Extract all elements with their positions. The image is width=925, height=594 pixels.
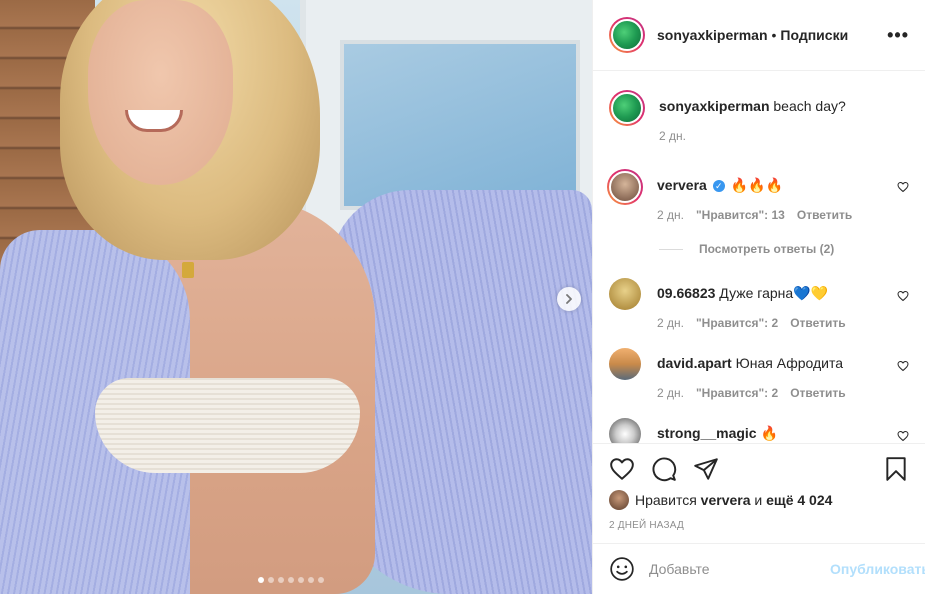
likes-prefix: Нравится — [635, 492, 697, 508]
reply-button[interactable]: Ответить — [790, 386, 845, 400]
white-top — [95, 378, 360, 473]
author-username[interactable]: sonyaxkiperman — [657, 27, 768, 43]
carousel-dot — [308, 577, 314, 583]
post-sidebar: sonyaxkiperman • Подписки ••• sonyaxkipe… — [592, 0, 925, 594]
share-icon — [694, 458, 718, 480]
face — [88, 0, 233, 185]
like-button[interactable] — [609, 456, 635, 482]
publish-button[interactable]: Опубликовать — [830, 561, 925, 577]
post-header: sonyaxkiperman • Подписки ••• — [593, 0, 925, 71]
like-comment-icon[interactable] — [897, 181, 909, 193]
reply-button[interactable]: Ответить — [797, 208, 852, 222]
more-options-icon[interactable]: ••• — [887, 25, 909, 46]
heart-icon — [610, 458, 634, 480]
comment-meta: 2 дн. "Нравится": 2 Ответить — [657, 316, 887, 330]
comment-likes[interactable]: "Нравится": 2 — [696, 316, 778, 330]
author-avatar[interactable] — [609, 17, 645, 53]
save-button[interactable] — [883, 456, 909, 482]
comment-text: Юная Афродита — [735, 355, 844, 371]
caption: sonyaxkiperman beach day? 2 дн. — [609, 90, 909, 143]
post-timestamp[interactable]: 2 ДНЕЙ НАЗАД — [609, 520, 909, 531]
comment-username[interactable]: 09.66823 — [657, 285, 715, 301]
comment-username[interactable]: ververa — [657, 177, 707, 193]
chevron-right-icon — [566, 294, 572, 304]
caption-username[interactable]: sonyaxkiperman — [659, 98, 770, 114]
carousel-dots — [258, 577, 324, 583]
carousel-dot — [288, 577, 294, 583]
comment-avatar[interactable] — [607, 169, 643, 205]
action-icons — [609, 444, 909, 494]
verified-badge-icon: ✓ — [712, 180, 725, 193]
add-comment-bar: Опубликовать — [593, 543, 925, 594]
comment-text: 🔥 — [760, 425, 778, 441]
comment-time: 2 дн. — [657, 208, 684, 222]
comment-likes[interactable]: "Нравится": 2 — [696, 386, 778, 400]
carousel-dot — [278, 577, 284, 583]
comment-item: 09.66823 Дуже гарна💙💛 2 дн. "Нравится": … — [609, 278, 909, 330]
reply-button[interactable]: Ответить — [790, 316, 845, 330]
necklace-pendant — [182, 262, 194, 278]
like-comment-icon[interactable] — [897, 290, 909, 302]
caption-meta: 2 дн. — [659, 129, 887, 143]
like-comment-icon[interactable] — [897, 360, 909, 372]
comment-username[interactable]: david.apart — [657, 355, 732, 371]
comments-list[interactable]: sonyaxkiperman beach day? 2 дн. ververa — [593, 72, 925, 443]
carousel-dot — [258, 577, 264, 583]
liker-avatar[interactable] — [609, 490, 629, 510]
caption-time: 2 дн. — [659, 129, 686, 143]
comment-meta: 2 дн. "Нравится": 13 Ответить — [657, 208, 887, 222]
share-button[interactable] — [693, 456, 719, 482]
caption-text: beach day? — [773, 98, 846, 114]
view-replies-button[interactable]: Посмотреть ответы (2) — [659, 242, 909, 256]
header-separator: • — [771, 27, 777, 43]
comment-time: 2 дн. — [657, 316, 684, 330]
liker-username[interactable]: ververa — [701, 492, 751, 508]
carousel-dot — [268, 577, 274, 583]
view-replies-label: Посмотреть ответы (2) — [699, 242, 835, 256]
next-photo-button[interactable] — [557, 287, 581, 311]
instagram-post: sonyaxkiperman • Подписки ••• sonyaxkipe… — [0, 0, 925, 594]
comment-item: david.apart Юная Афродита 2 дн. "Нравитс… — [609, 348, 909, 400]
likes-count[interactable]: ещё 4 024 — [766, 492, 832, 508]
comment-text: 🔥🔥🔥 — [730, 177, 783, 193]
comment-item: ververa ✓ 🔥🔥🔥 2 дн. "Нравится": 13 Ответ… — [607, 169, 909, 222]
post-photo[interactable] — [0, 0, 592, 594]
comment-button[interactable] — [651, 456, 677, 482]
comment-avatar[interactable] — [609, 418, 641, 443]
following-button[interactable]: Подписки — [780, 27, 848, 43]
comment-likes[interactable]: "Нравится": 13 — [696, 208, 785, 222]
post-actions: Нравится ververa и ещё 4 024 2 ДНЕЙ НАЗА… — [593, 443, 925, 531]
comment-input[interactable] — [649, 561, 830, 577]
carousel-dot — [318, 577, 324, 583]
caption-avatar[interactable] — [609, 90, 645, 126]
comment-icon — [652, 457, 677, 482]
emoji-button[interactable] — [609, 556, 635, 582]
bookmark-icon — [886, 457, 906, 481]
window-glass — [340, 40, 580, 210]
comment-item: strong__magic 🔥 — [609, 418, 909, 443]
comment-meta: 2 дн. "Нравится": 2 Ответить — [657, 386, 887, 400]
replies-divider — [659, 248, 683, 250]
comment-time: 2 дн. — [657, 386, 684, 400]
comment-text: Дуже гарна💙💛 — [719, 285, 829, 301]
carousel-dot — [298, 577, 304, 583]
comment-username[interactable]: strong__magic — [657, 425, 757, 441]
likes-middle: и — [754, 492, 763, 508]
comment-avatar[interactable] — [609, 278, 641, 310]
likes-summary: Нравится ververa и ещё 4 024 — [609, 490, 909, 510]
like-comment-icon[interactable] — [897, 430, 909, 442]
emoji-icon — [610, 557, 634, 581]
comment-avatar[interactable] — [609, 348, 641, 380]
